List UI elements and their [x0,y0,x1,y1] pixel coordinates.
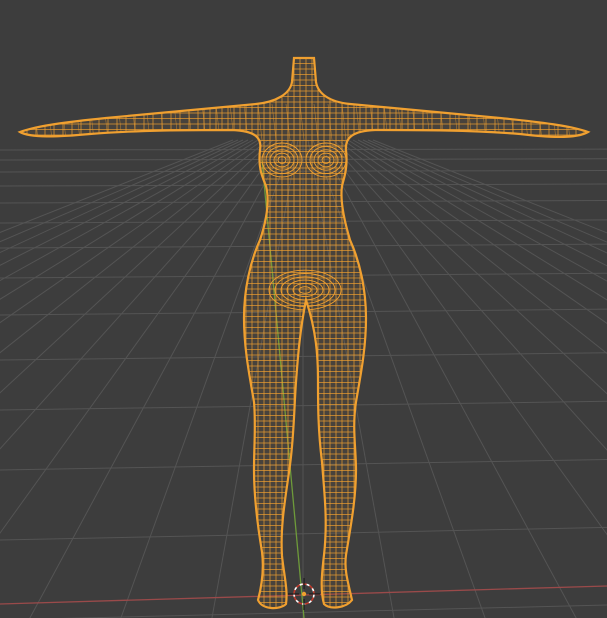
grid-line [0,139,279,450]
grid-line [367,139,607,243]
grid-line [0,139,254,282]
3d-viewport[interactable] [0,0,607,618]
grid-line [0,139,239,243]
grid-line [0,139,264,324]
origin-dot [301,591,307,597]
grid-line [352,139,607,282]
grid-line [0,139,234,233]
grid-line [362,139,607,254]
grid-line [0,139,269,354]
grid-line [327,139,607,451]
grid-line [337,139,607,355]
grid-line [342,139,607,324]
3d-cursor-icon[interactable] [288,578,320,610]
grid-line [372,139,607,234]
grid-line [0,139,274,394]
grid-line [347,139,607,301]
grid-line [0,139,259,300]
grid-line [29,139,289,618]
viewport-scene[interactable] [0,0,607,618]
